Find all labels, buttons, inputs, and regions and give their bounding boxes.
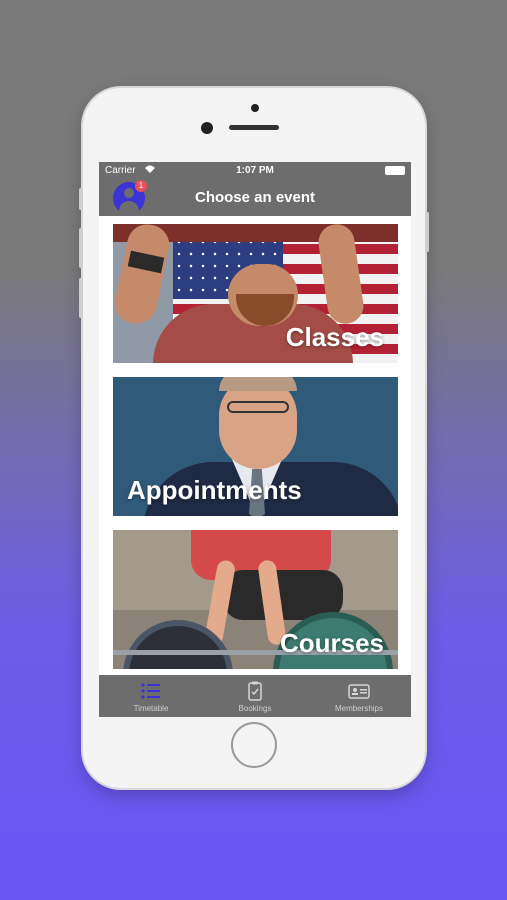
event-card-classes[interactable]: Classes [113, 224, 398, 363]
id-card-icon [348, 681, 370, 701]
volume-up-button [79, 228, 83, 268]
app-screen: Carrier 1:07 PM 1 Choose an event Classe… [99, 162, 411, 717]
tab-label-memberships: Memberships [334, 704, 383, 713]
sensor-dot [251, 104, 259, 112]
tab-label-timetable: Timetable [133, 704, 169, 713]
mute-switch [79, 188, 83, 210]
event-card-appointments[interactable]: Appointments [113, 377, 398, 516]
card-label-courses: Courses [279, 628, 384, 658]
status-bar: Carrier 1:07 PM [99, 162, 411, 180]
clipboard-check-icon [244, 681, 266, 701]
battery-icon [385, 166, 405, 175]
volume-down-button [79, 278, 83, 318]
earpiece-speaker [229, 125, 279, 130]
front-camera [201, 122, 213, 134]
home-button[interactable] [231, 722, 277, 768]
list-icon [140, 681, 162, 701]
tab-label-bookings: Bookings [238, 704, 272, 713]
tab-bookings[interactable]: Bookings [203, 675, 307, 717]
hair [219, 377, 297, 391]
tab-timetable[interactable]: Timetable [99, 675, 203, 717]
page-title: Choose an event [194, 189, 316, 206]
tab-memberships[interactable]: Memberships [307, 675, 411, 717]
card-label-appointments: Appointments [127, 475, 302, 505]
event-card-list: Classes Appointments Courses [113, 224, 398, 683]
power-button [425, 212, 429, 252]
glasses [227, 401, 289, 413]
nav-bar: 1 Choose an event [99, 180, 411, 216]
status-time: 1:07 PM [236, 165, 274, 176]
event-card-courses[interactable]: Courses [113, 530, 398, 669]
tab-bar: Timetable Bookings Memberships [99, 675, 411, 717]
card-label-classes: Classes [285, 322, 384, 352]
phone-frame: Carrier 1:07 PM 1 Choose an event Classe… [79, 88, 429, 788]
